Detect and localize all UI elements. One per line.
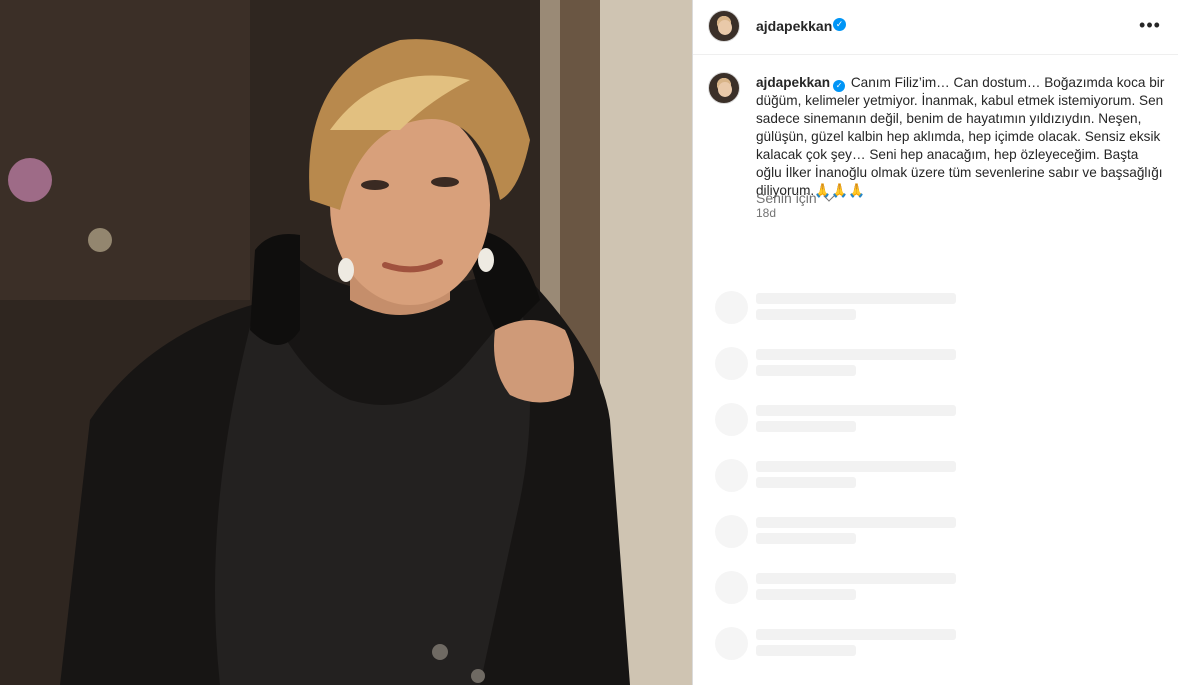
more-options-icon[interactable]: ••• (1138, 15, 1162, 35)
author-username[interactable]: ajdapekkan (756, 18, 832, 34)
skeleton-line (756, 517, 956, 528)
skeleton-line (756, 629, 956, 640)
skeleton-line (756, 533, 856, 544)
comment-skeleton-row (715, 571, 1155, 611)
skeleton-line (756, 573, 956, 584)
comments-filter-label: Senin için (756, 190, 817, 206)
caption-username[interactable]: ajdapekkan (756, 75, 830, 90)
skeleton-line (756, 477, 856, 488)
caption-verified-badge-icon: ✓ (833, 80, 846, 92)
comment-skeleton-row (715, 515, 1155, 555)
portrait-image (0, 0, 692, 685)
verified-badge-icon: ✓ (833, 18, 846, 31)
comments-filter-dropdown[interactable]: Senin için (756, 190, 835, 206)
post-details-pane: ajdapekkan ✓ ••• ajdapekkan ✓ Canım Filiz… (693, 0, 1178, 685)
skeleton-line (756, 645, 856, 656)
caption-text: ajdapekkan ✓ Canım Filiz’im… Can dostum… … (756, 74, 1166, 200)
skeleton-avatar (715, 627, 748, 660)
skeleton-avatar (715, 403, 748, 436)
comment-skeleton-row (715, 403, 1155, 443)
skeleton-line (756, 293, 956, 304)
comment-skeleton-row (715, 627, 1155, 667)
skeleton-avatar (715, 291, 748, 324)
skeleton-avatar (715, 571, 748, 604)
post-header: ajdapekkan ✓ ••• (693, 0, 1178, 55)
skeleton-avatar (715, 515, 748, 548)
caption-avatar[interactable] (708, 72, 740, 104)
skeleton-line (756, 421, 856, 432)
skeleton-line (756, 309, 856, 320)
skeleton-line (756, 365, 856, 376)
caption-body: Canım Filiz’im… Can dostum… Boğazımda ko… (756, 75, 1165, 198)
skeleton-line (756, 405, 956, 416)
chevron-down-icon (823, 190, 835, 202)
comment-skeleton-row (715, 459, 1155, 499)
comment-skeleton-row (715, 347, 1155, 387)
comment-skeleton-row (715, 291, 1155, 331)
post-timestamp[interactable]: 18d (756, 206, 776, 220)
skeleton-avatar (715, 459, 748, 492)
skeleton-avatar (715, 347, 748, 380)
post-photo[interactable] (0, 0, 692, 685)
skeleton-line (756, 589, 856, 600)
author-avatar[interactable] (708, 10, 740, 42)
skeleton-line (756, 461, 956, 472)
skeleton-line (756, 349, 956, 360)
